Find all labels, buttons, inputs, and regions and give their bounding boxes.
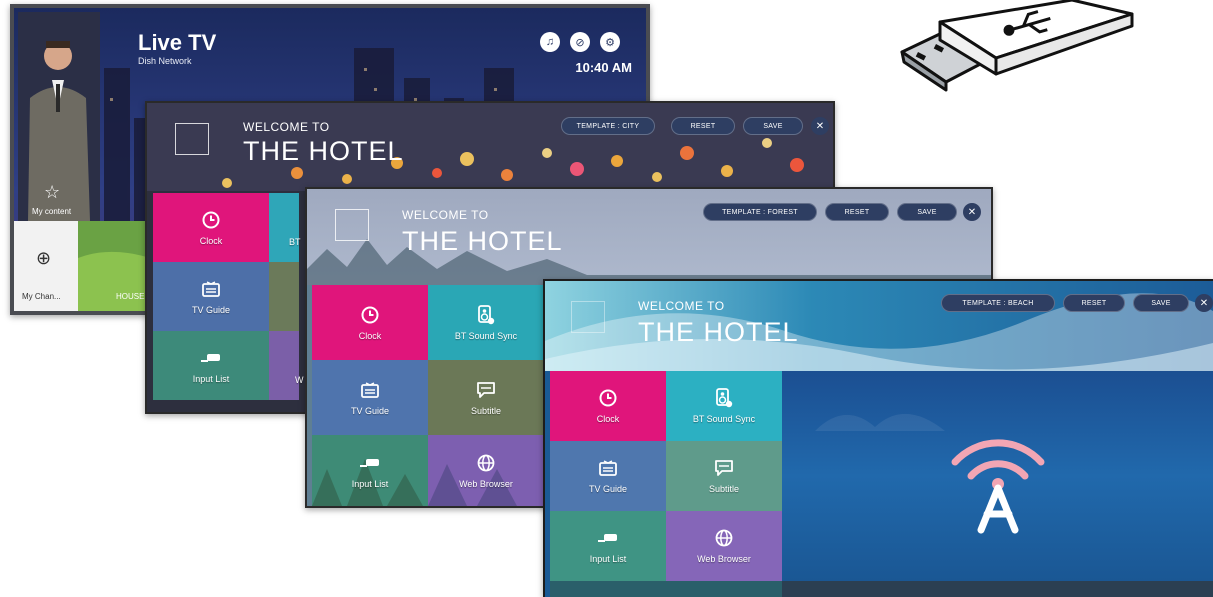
tv-guide-icon [598,458,618,478]
input-plug-icon [360,453,380,473]
link-icon[interactable]: ⊘ [570,32,590,52]
tile-subtitle[interactable]: Subtitle [428,360,544,435]
tile-tv-guide[interactable]: TV Guide [153,262,269,331]
hotel-logo-icon [335,209,369,241]
save-button[interactable]: SAVE [743,117,803,135]
reset-button[interactable]: RESET [1063,294,1125,312]
tile-label: Input List [192,373,230,384]
subtitle-icon [714,458,734,478]
save-button[interactable]: SAVE [1133,294,1189,312]
speaker-icon [476,304,496,325]
broadcast-tower-icon [951,439,1045,534]
hotel-logo-icon [175,123,209,155]
tile-label: Web Browser [697,554,751,564]
tile-label: Clock [596,414,620,424]
tile-bt-sound-sync[interactable]: BT Sound Sync [666,371,782,441]
tile-label: W [295,375,304,385]
tile-clock[interactable]: Clock [550,371,666,441]
welcome-label: WELCOME TO [243,120,330,134]
my-content-label[interactable]: My content [32,207,71,216]
tile-label: BT Sound Sync [454,330,518,341]
hotel-logo-icon [571,301,605,333]
clock-time: 10:40 AM [575,60,632,75]
hotel-title: THE HOTEL [402,226,563,256]
reset-button[interactable]: RESET [825,203,889,221]
tile-web-browser[interactable]: Web Browser [666,511,782,581]
tile-subtitle[interactable]: Subtitle [666,441,782,511]
tile-web-browser[interactable]: Web Browser [428,435,544,506]
globe-icon [476,453,496,473]
tile-input-list[interactable]: Input List [312,435,428,506]
welcome-label: WELCOME TO [638,299,725,313]
globe-icon [714,528,734,548]
close-button[interactable]: ✕ [963,203,981,221]
tile-tv-guide[interactable]: TV Guide [312,360,428,435]
tile-label: TV Guide [191,304,231,315]
input-plug-icon [598,528,618,548]
tile-label: Clock [199,235,223,246]
my-channel-label[interactable]: My Chan... [22,292,61,301]
tile-tv-guide[interactable]: TV Guide [550,441,666,511]
clock-icon [598,388,618,408]
tile-bt-sound-sync[interactable]: BT [269,193,301,262]
hotel-title: THE HOTEL [638,317,799,347]
template-select-button[interactable]: TEMPLATE : CITY [561,117,655,135]
save-button[interactable]: SAVE [897,203,957,221]
hotel-screen-beach: WELCOME TO THE HOTEL TEMPLATE : BEACH RE… [543,279,1213,597]
close-button[interactable]: ✕ [811,117,829,135]
tv-add-icon[interactable]: ⊕ [36,248,51,269]
tile-label: BT Sound Sync [692,414,756,424]
tile-label: BT [289,237,301,247]
reset-button[interactable]: RESET [671,117,735,135]
input-plug-icon [201,348,221,368]
settings-gear-icon[interactable]: ⚙ [600,32,620,52]
subtitle-icon [476,380,496,400]
tile-label: Input List [351,478,389,489]
tile-bt-sound-sync[interactable]: BT Sound Sync [428,285,544,360]
template-select-button[interactable]: TEMPLATE : BEACH [941,294,1055,312]
speaker-icon [714,388,734,408]
clock-icon [201,210,221,230]
live-tv-provider: Dish Network [138,56,192,66]
tile-clock[interactable]: Clock [312,285,428,360]
close-button[interactable]: ✕ [1195,294,1213,312]
welcome-label: WELCOME TO [402,208,489,222]
tile-label: Clock [358,330,382,341]
hotel-title: THE HOTEL [243,136,404,166]
tile-input-list[interactable]: Input List [153,331,269,400]
template-select-button[interactable]: TEMPLATE : FOREST [703,203,817,221]
tile-label: TV Guide [350,405,390,416]
tile-clock[interactable]: Clock [153,193,269,262]
music-icon[interactable]: ♫ [540,32,560,52]
tv-guide-icon [201,279,221,299]
tile-web-browser[interactable]: W [269,331,304,400]
live-tv-title: Live TV [138,30,217,55]
tv-guide-icon [360,380,380,400]
tile-label: TV Guide [588,484,628,494]
tile-input-list[interactable]: Input List [550,511,666,581]
tile-label: Subtitle [470,405,502,416]
star-icon[interactable]: ☆ [44,182,60,203]
usb-drive-icon [900,0,1134,92]
tile-label: Subtitle [708,484,740,494]
tile-label: Input List [589,554,627,564]
clock-icon [360,305,380,325]
tile-label: Web Browser [459,478,513,489]
